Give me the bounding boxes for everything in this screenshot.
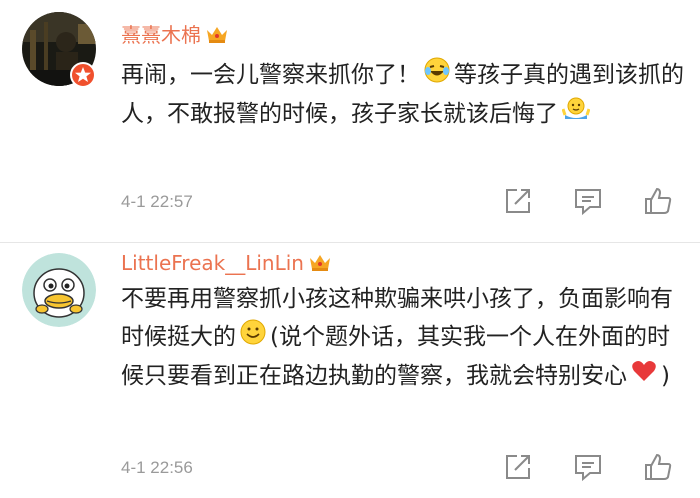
cartoon-duck-avatar-icon — [22, 253, 96, 327]
like-icon[interactable] — [643, 186, 673, 216]
comment-username[interactable]: 熹熹木棉 — [121, 19, 229, 49]
share-icon[interactable] — [503, 452, 533, 482]
verified-badge-icon — [70, 62, 96, 88]
smile-emoji-icon — [240, 319, 266, 357]
comment-timestamp: 4-1 22:57 — [121, 192, 193, 211]
red-heart-emoji-icon — [631, 357, 657, 395]
avatar[interactable] — [22, 253, 96, 327]
like-icon[interactable] — [643, 452, 673, 482]
comment-timestamp: 4-1 22:56 — [121, 458, 193, 477]
share-icon[interactable] — [503, 186, 533, 216]
crown-icon — [308, 252, 332, 277]
comment-username[interactable]: LittleFreak__LinLin — [121, 251, 332, 277]
comment-content: 再闹，一会儿警察来抓你了！ 等孩子真的遇到该抓的人，不敢报警的时候，孩子家长就该后… — [121, 56, 686, 133]
laughing-crying-emoji-icon — [424, 57, 450, 95]
shrug-emoji-icon — [561, 95, 591, 133]
comment-item: 熹熹木棉 再闹，一会儿警察来抓你了！ 等孩子真的遇到该抓的人，不敢报警的时候，孩子… — [0, 0, 700, 243]
comment-content: 不要再用警察抓小孩这种欺骗来哄小孩了，负面影响有时候挺大的 (说个题外话，其实我一… — [121, 280, 686, 395]
crown-icon — [205, 24, 229, 49]
reply-icon[interactable] — [573, 452, 603, 482]
reply-icon[interactable] — [573, 186, 603, 216]
comment-item: LittleFreak__LinLin 不要再用警察抓小孩这种欺骗来哄小孩了，负… — [0, 243, 700, 498]
